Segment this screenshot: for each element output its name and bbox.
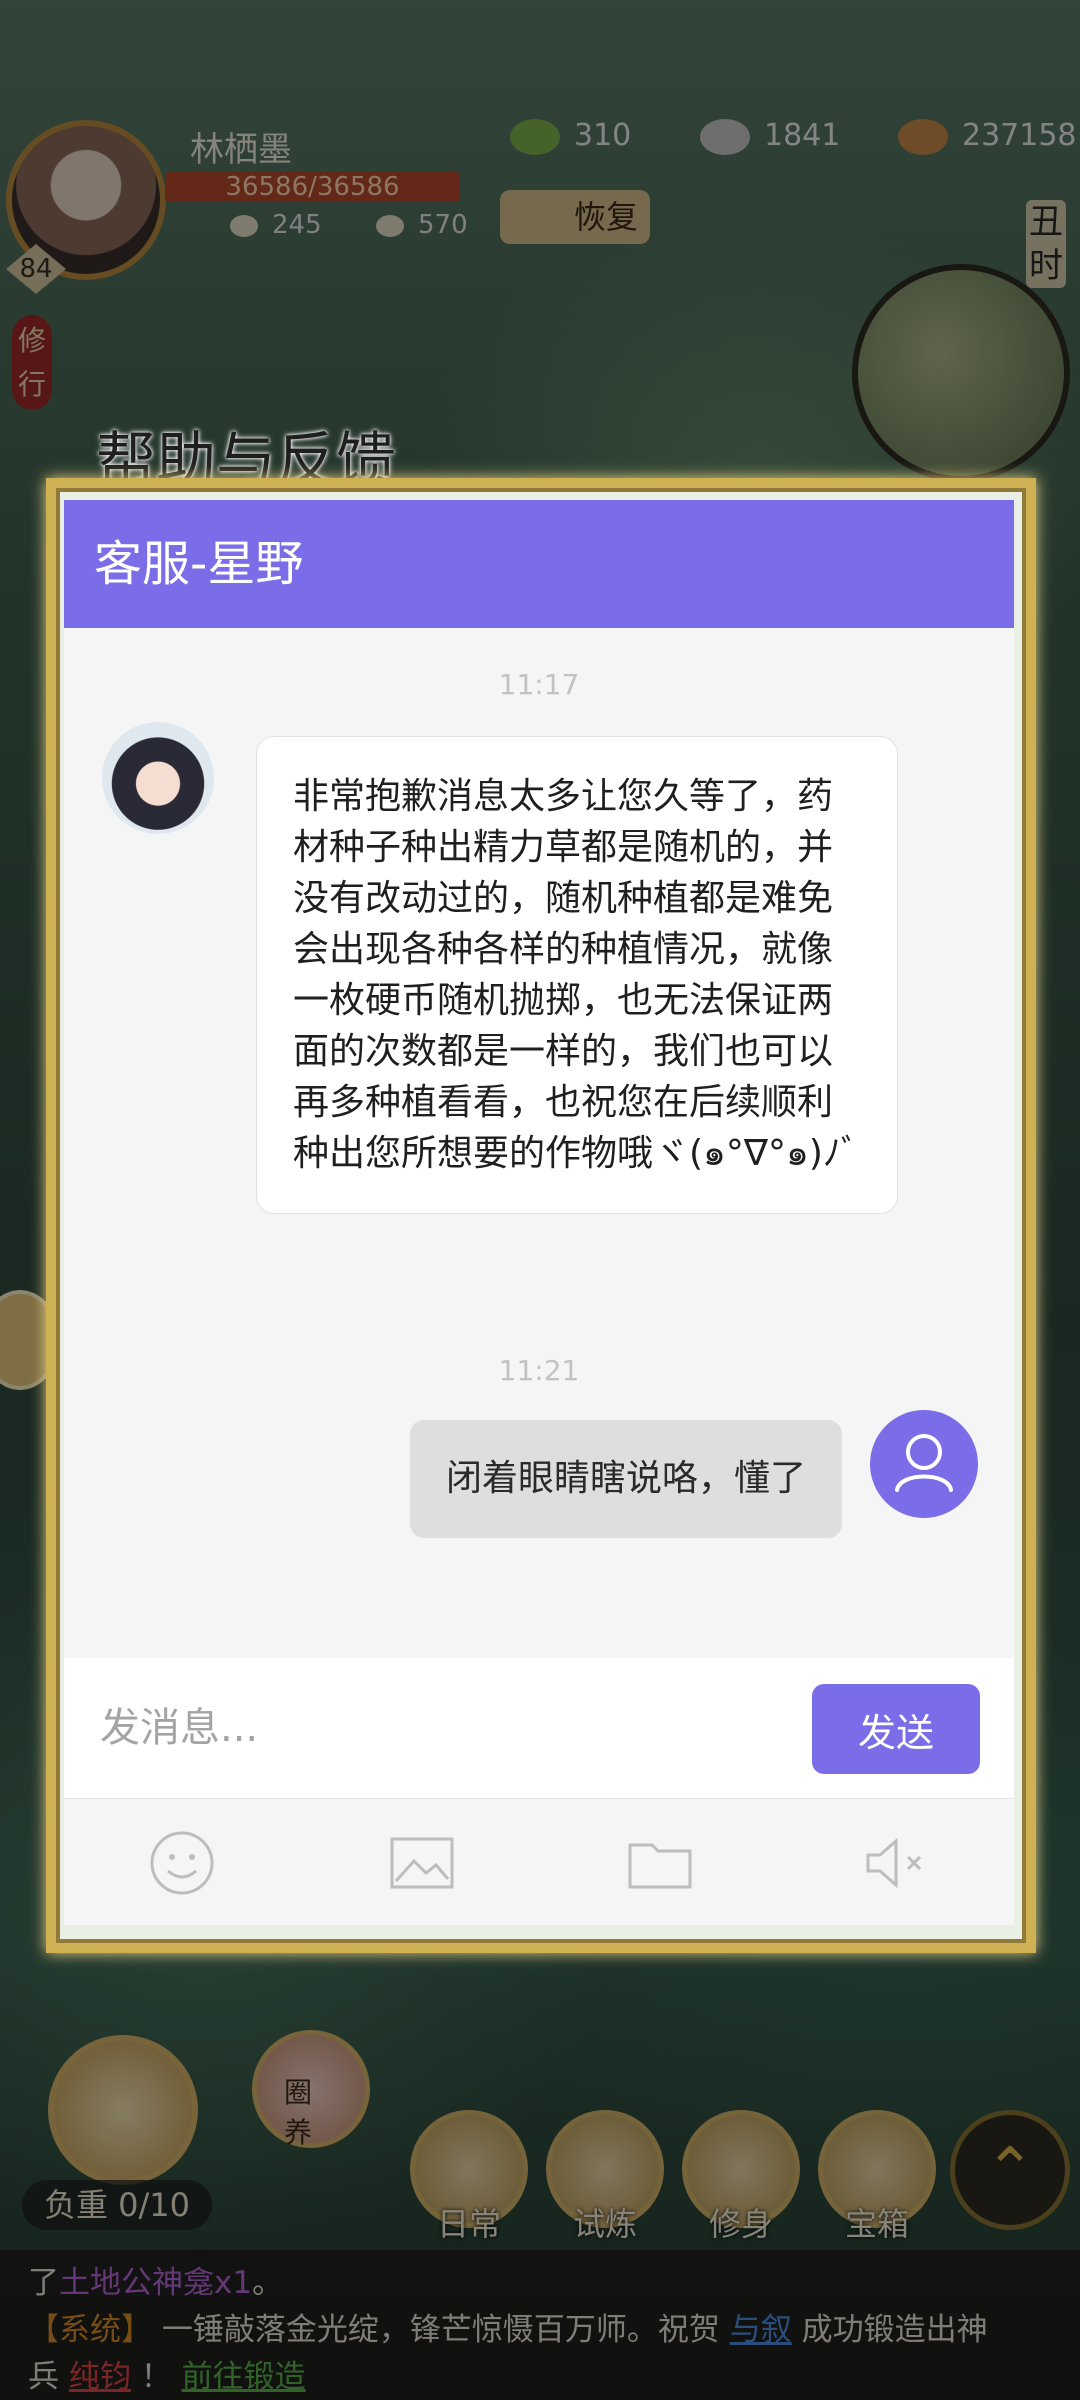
support-chat-panel: 客服-星野 11:17 非常抱歉消息太多让您久等了，药材种子种出精力草都是随机的…	[64, 500, 1014, 1925]
message-input-row: 发送	[64, 1658, 1014, 1798]
chat-header: 客服-星野	[64, 500, 1014, 628]
folder-icon[interactable]	[624, 1827, 696, 1899]
chat-toolbar	[64, 1798, 1014, 1925]
message-timestamp: 11:17	[498, 668, 580, 701]
agent-avatar	[102, 722, 214, 834]
smile-icon[interactable]	[146, 1827, 218, 1899]
mute-icon[interactable]	[860, 1827, 932, 1899]
user-message: 闭着眼睛瞎说咯，懂了	[409, 1420, 842, 1538]
agent-message: 非常抱歉消息太多让您久等了，药材种子种出精力草都是随机的，并没有改动过的，随机种…	[256, 736, 898, 1214]
send-button[interactable]: 发送	[812, 1684, 980, 1774]
message-input[interactable]	[100, 1688, 750, 1768]
user-avatar	[870, 1410, 978, 1518]
user-icon	[895, 1434, 953, 1492]
image-icon[interactable]	[386, 1827, 458, 1899]
message-timestamp: 11:21	[498, 1354, 580, 1387]
